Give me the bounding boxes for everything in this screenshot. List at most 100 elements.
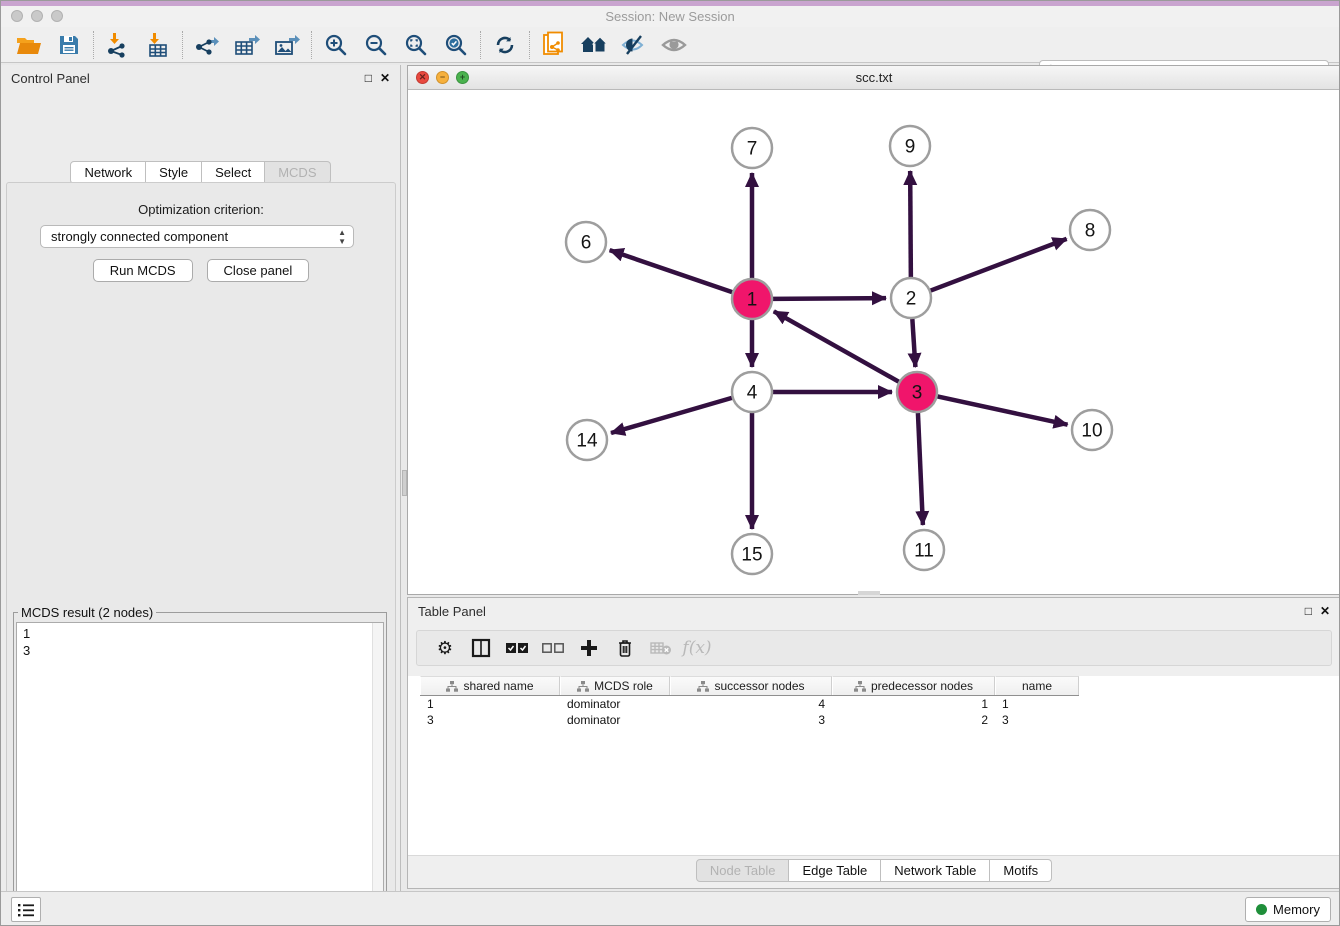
- close-table-panel-icon[interactable]: ✕: [1320, 605, 1330, 617]
- column-header-predecessor-nodes[interactable]: predecessor nodes: [832, 676, 995, 695]
- hide-panel-eye-icon[interactable]: [614, 30, 654, 60]
- memory-button[interactable]: Memory: [1245, 897, 1331, 922]
- cell-successor-nodes: 3: [670, 712, 832, 728]
- tab-network[interactable]: Network: [70, 161, 146, 184]
- mcds-result-scrollbar[interactable]: [372, 623, 383, 926]
- cell-predecessor-nodes: 1: [832, 696, 995, 712]
- column-header-name[interactable]: name: [995, 676, 1079, 695]
- export-image-icon[interactable]: [267, 30, 307, 60]
- tab-edge-table[interactable]: Edge Table: [789, 859, 881, 882]
- tab-style[interactable]: Style: [146, 161, 202, 184]
- network-window-titlebar: ✕ − + scc.txt: [408, 66, 1340, 90]
- node-label-1: 1: [747, 290, 758, 311]
- criterion-dropdown-value: strongly connected component: [51, 229, 228, 244]
- column-type-icon: [697, 681, 709, 692]
- column-header-shared-name[interactable]: shared name: [420, 676, 560, 695]
- tab-select[interactable]: Select: [202, 161, 265, 184]
- mcds-result-title: MCDS result (2 nodes): [18, 605, 156, 620]
- show-panel-eye-icon[interactable]: [654, 30, 694, 60]
- edge-3-11[interactable]: [918, 413, 923, 525]
- refresh-layout-icon[interactable]: [485, 30, 525, 60]
- run-mcds-button[interactable]: Run MCDS: [93, 259, 193, 282]
- deselect-all-icon[interactable]: [535, 634, 571, 662]
- column-header-label: predecessor nodes: [871, 679, 973, 693]
- node-table: shared name MCDS role successor nodes prede…: [408, 676, 1340, 856]
- float-panel-icon[interactable]: □: [365, 72, 372, 84]
- list-icon: [17, 902, 35, 918]
- edge-1-2[interactable]: [773, 298, 886, 299]
- splitter-handle-bottom[interactable]: [858, 591, 880, 595]
- column-header-label: shared name: [463, 679, 533, 693]
- node-label-4: 4: [747, 383, 758, 404]
- open-session-icon[interactable]: [9, 30, 49, 60]
- column-type-icon: [854, 681, 866, 692]
- edge-2-3[interactable]: [912, 319, 915, 367]
- settings-gear-icon[interactable]: ⚙: [427, 634, 463, 662]
- tab-node-table[interactable]: Node Table: [696, 859, 790, 882]
- zoom-out-icon[interactable]: [356, 30, 396, 60]
- network-view-window: ✕ − + scc.txt 7968124314101511: [407, 65, 1340, 595]
- table-row[interactable]: 3dominator323: [420, 712, 1079, 728]
- add-column-icon[interactable]: [571, 634, 607, 662]
- optimization-criterion-label: Optimization criterion:: [7, 202, 395, 217]
- node-label-2: 2: [906, 289, 917, 310]
- splitter-handle-left[interactable]: [402, 470, 407, 496]
- zoom-selected-icon[interactable]: [436, 30, 476, 60]
- fx-label: f(x): [682, 638, 711, 658]
- network-graph: 7968124314101511: [408, 90, 1340, 594]
- table-panel-title: Table Panel: [418, 604, 486, 619]
- edge-3-10[interactable]: [938, 396, 1068, 424]
- cell-successor-nodes: 4: [670, 696, 832, 712]
- main-toolbar: [1, 27, 1339, 63]
- network-document-icon[interactable]: [534, 30, 574, 60]
- cell-name: 1: [995, 696, 1079, 712]
- node-label-14: 14: [576, 431, 598, 452]
- column-header-successor-nodes[interactable]: successor nodes: [670, 676, 832, 695]
- edge-2-9[interactable]: [910, 171, 911, 277]
- zoom-fit-icon[interactable]: [396, 30, 436, 60]
- column-header-MCDS-role[interactable]: MCDS role: [560, 676, 670, 695]
- control-panel-tabs: NetworkStyleSelectMCDS: [1, 161, 400, 184]
- zoom-in-icon[interactable]: [316, 30, 356, 60]
- chevron-updown-icon: ▲▼: [338, 228, 346, 246]
- table-row[interactable]: 1dominator411: [420, 696, 1079, 712]
- export-table-icon[interactable]: [227, 30, 267, 60]
- import-network-icon[interactable]: [98, 30, 138, 60]
- control-panel-header: Control Panel □ ✕: [1, 65, 400, 91]
- save-session-icon[interactable]: [49, 30, 89, 60]
- tab-motifs[interactable]: Motifs: [990, 859, 1052, 882]
- memory-label: Memory: [1273, 902, 1320, 917]
- mcds-result-box[interactable]: 1 3: [16, 622, 384, 926]
- table-panel: Table Panel □ ✕ ⚙: [407, 597, 1340, 889]
- float-table-panel-icon[interactable]: □: [1305, 605, 1312, 617]
- network-canvas[interactable]: 7968124314101511: [408, 90, 1340, 594]
- column-layout-icon[interactable]: [463, 634, 499, 662]
- close-panel-icon[interactable]: ✕: [380, 72, 390, 84]
- cell-MCDS-role: dominator: [560, 696, 670, 712]
- table-toolbar: ⚙ f(x): [416, 630, 1332, 666]
- select-all-icon[interactable]: [499, 634, 535, 662]
- export-network-icon[interactable]: [187, 30, 227, 60]
- edge-1-6[interactable]: [610, 250, 732, 292]
- node-label-6: 6: [581, 233, 592, 254]
- edge-3-1[interactable]: [774, 311, 899, 381]
- edge-4-14[interactable]: [611, 398, 732, 433]
- table-panel-header: Table Panel □ ✕: [408, 598, 1340, 624]
- task-history-button[interactable]: [11, 897, 41, 922]
- edge-2-8[interactable]: [931, 239, 1067, 291]
- tab-network-table[interactable]: Network Table: [881, 859, 990, 882]
- window-titlebar: Session: New Session: [1, 6, 1339, 27]
- tab-mcds[interactable]: MCDS: [265, 161, 330, 184]
- delete-column-icon[interactable]: [607, 634, 643, 662]
- column-type-icon: [577, 681, 589, 692]
- node-label-9: 9: [905, 137, 916, 158]
- close-panel-button[interactable]: Close panel: [207, 259, 310, 282]
- home-icon[interactable]: [574, 30, 614, 60]
- memory-status-icon: [1256, 904, 1267, 915]
- cell-name: 3: [995, 712, 1079, 728]
- criterion-dropdown[interactable]: strongly connected component ▲▼: [40, 225, 354, 248]
- import-table-icon[interactable]: [138, 30, 178, 60]
- mcds-result-fieldset: MCDS result (2 nodes) 1 3: [13, 605, 387, 926]
- column-header-label: MCDS role: [594, 679, 653, 693]
- node-label-10: 10: [1081, 421, 1102, 442]
